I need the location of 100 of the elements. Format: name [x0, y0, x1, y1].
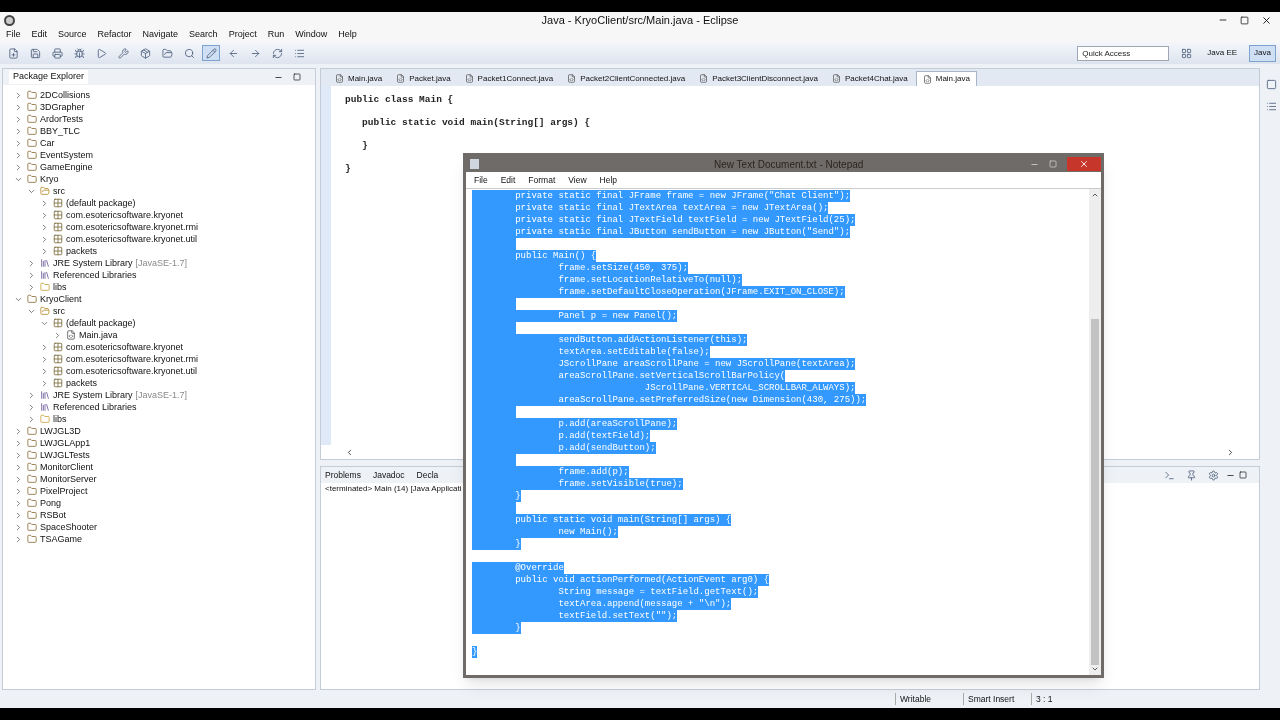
menu-item[interactable]: Source — [58, 28, 87, 42]
tree-item[interactable]: packets — [66, 245, 98, 257]
project-folder-icon — [26, 101, 37, 113]
close-button[interactable] — [1067, 157, 1101, 171]
menu-item[interactable]: Edit — [500, 173, 516, 187]
tree-item[interactable]: com.esotericsoftware.kryonet — [66, 341, 184, 353]
tree-item[interactable]: libs — [53, 281, 67, 293]
project-folder-icon — [26, 533, 37, 545]
package-icon — [52, 353, 63, 365]
scroll-left-icon[interactable] — [345, 447, 354, 457]
menu-item[interactable]: View — [568, 173, 587, 187]
menu-item[interactable]: Help — [599, 173, 618, 187]
maximize-icon[interactable] — [293, 73, 301, 81]
menu-item[interactable]: File — [474, 173, 488, 187]
code-line: public class Main { — [345, 93, 454, 107]
editor-tab[interactable]: Main.java — [329, 71, 389, 86]
view-tab[interactable]: Package Explorer — [9, 70, 89, 84]
window-title: Java - KryoClient/src/Main.java - Eclipse — [541, 12, 739, 28]
tree-item[interactable]: packets — [66, 377, 98, 389]
java-file-icon — [922, 74, 932, 84]
tree-item[interactable]: PixelProject — [40, 485, 88, 497]
maximize-icon[interactable] — [1239, 471, 1247, 479]
quick-access-field[interactable]: Quick Access — [1077, 45, 1170, 61]
menu-item[interactable]: Refactor — [97, 28, 132, 42]
scrollbar-thumb[interactable] — [1091, 319, 1099, 665]
java-file-icon — [699, 74, 709, 83]
tree-item[interactable]: Referenced Libraries — [53, 269, 137, 281]
package-icon — [52, 233, 63, 245]
view-tab[interactable]: Problems — [325, 468, 361, 482]
tree-item[interactable]: SpaceShooter — [40, 521, 98, 533]
tree-item[interactable]: ArdorTests — [40, 113, 83, 125]
library-icon — [39, 401, 50, 413]
tree-item[interactable]: Pong — [40, 497, 62, 509]
java-file-icon — [335, 74, 344, 83]
tree-item[interactable]: BBY_TLC — [40, 125, 81, 137]
perspective-button[interactable]: Java EE — [1203, 44, 1242, 62]
tree-item[interactable]: com.esotericsoftware.kryonet.rmi — [66, 353, 199, 365]
tree-item[interactable]: 3DGrapher — [40, 101, 85, 113]
tree-item[interactable]: Main.java — [79, 329, 118, 341]
tree-item[interactable]: LWJGLTests — [40, 449, 90, 461]
menu-item[interactable]: Format — [528, 173, 556, 187]
tree-item[interactable]: Car — [40, 137, 55, 149]
tree-item[interactable]: src — [53, 305, 65, 317]
tree-item[interactable]: KryoClient — [40, 293, 82, 305]
editor-tab[interactable]: Packet3ClientDisconnect.java — [693, 71, 824, 86]
source-folder-icon — [39, 185, 50, 197]
tree-item[interactable]: GameEngine — [40, 161, 93, 173]
project-folder-icon — [26, 161, 37, 173]
perspective-button[interactable]: Java — [1249, 44, 1276, 62]
menu-item[interactable]: Window — [295, 28, 328, 42]
close-icon[interactable] — [1261, 14, 1272, 26]
editor-tab[interactable]: Packet.java — [390, 71, 457, 86]
tree-item[interactable]: com.esotericsoftware.kryonet.rmi — [66, 221, 199, 233]
editor-tab[interactable]: Packet4Chat.java — [826, 71, 914, 86]
tree-item[interactable]: Kryo — [40, 173, 59, 185]
editor-tab[interactable]: Packet1Connect.java — [458, 71, 560, 86]
menu-item[interactable]: Search — [189, 28, 218, 42]
tree-item[interactable]: src — [53, 185, 65, 197]
tree-item[interactable]: com.esotericsoftware.kryonet.util — [66, 233, 198, 245]
tree-item[interactable]: (default package) — [66, 197, 136, 209]
menu-item[interactable]: Help — [338, 28, 357, 42]
folder-icon — [39, 281, 50, 293]
editor-tab[interactable]: Main.java — [915, 71, 977, 86]
scroll-up-icon[interactable] — [1091, 191, 1099, 199]
tree-item[interactable]: JRE System Library — [53, 257, 133, 269]
tree-item[interactable]: TSAGame — [40, 533, 82, 545]
project-folder-icon — [26, 125, 37, 137]
tree-item[interactable]: JRE System Library — [53, 389, 133, 401]
tree-item[interactable]: com.esotericsoftware.kryonet.util — [66, 365, 198, 377]
view-tab[interactable]: Decla — [416, 468, 439, 482]
menu-item[interactable]: Navigate — [142, 28, 179, 42]
tree-item[interactable]: EventSystem — [40, 149, 94, 161]
tree-item[interactable]: (default package) — [66, 317, 136, 329]
tree-item[interactable]: RSBot — [40, 509, 66, 521]
package-icon — [52, 245, 63, 257]
menu-item[interactable]: Run — [267, 28, 285, 42]
view-tab[interactable]: Javadoc — [372, 468, 405, 482]
eclipse-app-icon — [4, 14, 15, 26]
library-icon — [39, 269, 50, 281]
tree-item[interactable]: MonitorClient — [40, 461, 94, 473]
editor-tab[interactable]: Packet2ClientConnected.java — [561, 71, 692, 86]
package-icon — [52, 365, 63, 377]
pencil-icon[interactable] — [202, 45, 220, 61]
tree-item[interactable]: libs — [53, 413, 67, 425]
project-folder-icon — [26, 509, 37, 521]
maximize-icon[interactable] — [1240, 15, 1249, 25]
tree-item[interactable]: Referenced Libraries — [53, 401, 137, 413]
status-field: Smart Insert — [963, 692, 1031, 706]
package-icon — [52, 209, 63, 221]
tree-item[interactable]: LWJGLApp1 — [40, 437, 91, 449]
tree-item[interactable]: LWJGL3D — [40, 425, 81, 437]
scroll-right-icon[interactable] — [1226, 447, 1235, 457]
menu-item[interactable]: Edit — [31, 28, 48, 42]
tree-item[interactable]: MonitorServer — [40, 473, 97, 485]
tree-item[interactable]: com.esotericsoftware.kryonet — [66, 209, 184, 221]
project-folder-icon — [26, 485, 37, 497]
tree-item[interactable]: 2DCollisions — [40, 89, 91, 101]
menu-item[interactable]: Project — [228, 28, 257, 42]
menu-item[interactable]: File — [6, 28, 21, 42]
scroll-down-icon[interactable] — [1091, 665, 1099, 673]
